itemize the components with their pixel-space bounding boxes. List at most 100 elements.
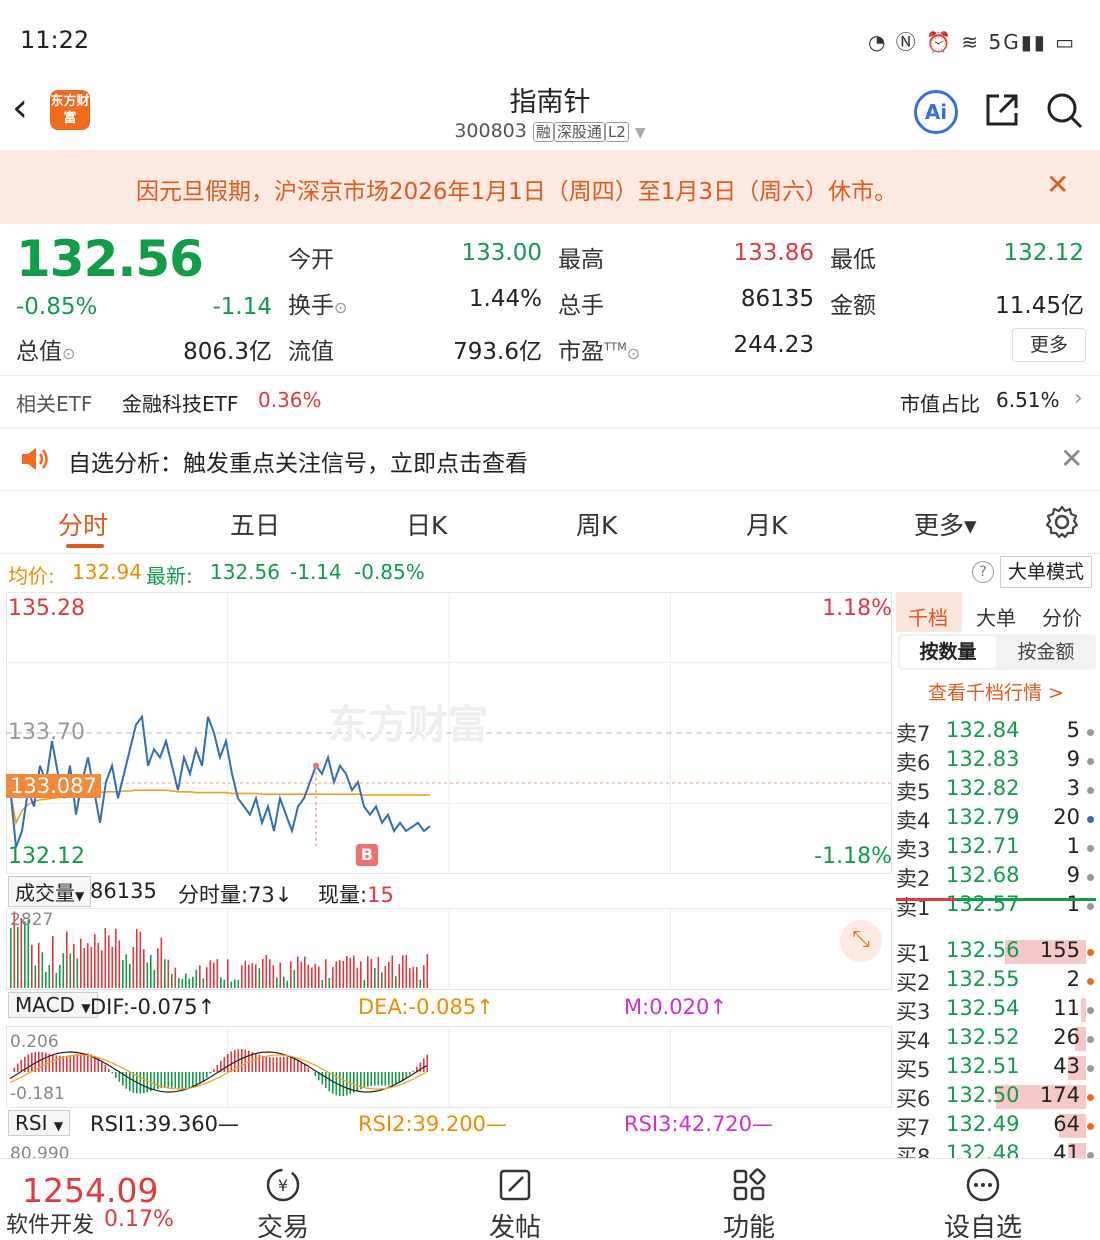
ob-dot-icon bbox=[1087, 729, 1094, 736]
macd-bar bbox=[367, 1072, 369, 1087]
etf-name[interactable]: 金融科技ETF bbox=[122, 388, 238, 417]
big-order-mode-button[interactable]: 大单模式 bbox=[1000, 556, 1092, 588]
intraday-chart[interactable]: 135.28 133.70 132.12 1.18% -1.18% 东方财富 1… bbox=[6, 592, 892, 874]
macd-bar bbox=[55, 1055, 58, 1072]
macd-selector[interactable]: MACD ▼ bbox=[8, 992, 98, 1018]
tab-daily-k[interactable]: 日K bbox=[406, 506, 447, 542]
ob-price: 132.49 bbox=[946, 1112, 1020, 1136]
market-cap-share-label: 市值占比 bbox=[900, 392, 980, 416]
sell-row-7[interactable]: 卖1 132.57 1 bbox=[896, 892, 1100, 921]
volume-bar bbox=[237, 979, 240, 988]
macd-bar bbox=[255, 1053, 257, 1072]
tab-five-day[interactable]: 五日 bbox=[230, 506, 280, 542]
buy-row-3[interactable]: 买3 132.54 11 bbox=[896, 996, 1100, 1025]
grid-icon bbox=[733, 1168, 766, 1201]
ob-price: 132.82 bbox=[946, 776, 1020, 800]
rsi-selector[interactable]: RSI ▼ bbox=[8, 1110, 71, 1136]
macd-dea: DEA:-0.085↑ bbox=[358, 995, 494, 1019]
volume-bar bbox=[402, 955, 404, 988]
search-icon[interactable] bbox=[1044, 90, 1084, 130]
more-button[interactable]: 更多 bbox=[1012, 328, 1086, 362]
ob-level-label: 卖6 bbox=[896, 751, 931, 775]
macd-bar bbox=[409, 1072, 411, 1075]
tab-price-dist[interactable]: 分价 bbox=[1042, 602, 1082, 631]
total-value-label: 总值⊙ bbox=[16, 339, 76, 365]
sell-row-5[interactable]: 卖3 132.71 1 bbox=[896, 834, 1100, 863]
macd-bar bbox=[31, 1052, 33, 1072]
volume-bar bbox=[318, 966, 320, 988]
mode-by-qty[interactable]: 按数量 bbox=[900, 636, 996, 668]
volume-bar bbox=[66, 931, 68, 988]
volume-selector[interactable]: 成交量▼ bbox=[8, 876, 92, 907]
buy-marker[interactable]: B bbox=[356, 844, 378, 866]
ai-button[interactable]: Ai bbox=[914, 90, 958, 134]
macd-bar bbox=[339, 1072, 341, 1097]
macd-bar bbox=[230, 1051, 233, 1072]
pe-label: 市盈TTM⊙ bbox=[558, 339, 641, 365]
macd-chart[interactable]: 0.206 -0.181 bbox=[6, 1026, 892, 1108]
tab-intraday[interactable]: 分时 bbox=[58, 506, 108, 542]
volume-bar bbox=[111, 946, 114, 988]
volume-bar bbox=[416, 967, 418, 988]
mode-by-amount[interactable]: 按金额 bbox=[998, 636, 1094, 668]
tab-depth[interactable]: 千档 bbox=[908, 602, 948, 631]
sector-index-value[interactable]: 1254.09 bbox=[22, 1171, 158, 1210]
buy-row-6[interactable]: 买6 132.50 174 bbox=[896, 1083, 1100, 1112]
info-icon[interactable]: ⊙ bbox=[62, 344, 75, 363]
macd-bar bbox=[209, 1072, 212, 1074]
turnover-label: 换手⊙ bbox=[288, 293, 348, 319]
volume-chart[interactable]: 2827 ⤡ bbox=[6, 908, 892, 990]
volume-bar bbox=[24, 921, 26, 988]
sell-row-3[interactable]: 卖5 132.82 3 bbox=[896, 776, 1100, 805]
volume-bar bbox=[213, 962, 215, 988]
view-depth-link[interactable]: 查看千档行情 > bbox=[928, 678, 1064, 705]
volume-bar bbox=[230, 981, 233, 988]
nav-trade[interactable]: ¥ 交易 bbox=[228, 1165, 338, 1240]
analysis-banner[interactable]: 自选分析：触发重点关注信号，立即点击查看 ✕ bbox=[0, 428, 1100, 490]
buy-row-4[interactable]: 买4 132.52 26 bbox=[896, 1025, 1100, 1054]
app-logo[interactable]: 东方财富 bbox=[50, 90, 90, 130]
tab-big-orders[interactable]: 大单 bbox=[976, 602, 1016, 631]
back-button[interactable]: ‹ bbox=[12, 86, 48, 134]
help-icon[interactable]: ? bbox=[972, 561, 994, 583]
buy-row-7[interactable]: 买7 132.49 64 bbox=[896, 1112, 1100, 1141]
info-icon[interactable]: ⊙ bbox=[334, 298, 347, 317]
nav-post[interactable]: 发帖 bbox=[460, 1165, 570, 1240]
macd-bar bbox=[423, 1058, 425, 1072]
sell-row-2[interactable]: 卖6 132.83 9 bbox=[896, 747, 1100, 776]
sell-row-1[interactable]: 卖7 132.84 5 bbox=[896, 718, 1100, 747]
chevron-right-icon[interactable]: › bbox=[1074, 386, 1083, 411]
buy-row-8[interactable]: 买8 132.48 41 bbox=[896, 1141, 1100, 1158]
macd-bar bbox=[111, 1072, 114, 1074]
sell-row-6[interactable]: 卖2 132.68 9 bbox=[896, 863, 1100, 892]
macd-bar bbox=[27, 1054, 30, 1072]
buy-row-1[interactable]: 买1 132.56 155 bbox=[896, 938, 1100, 967]
status-icons: ◔ Ⓝ ⏰ ≋ 5G▮▮ ▭ bbox=[867, 30, 1076, 54]
sector-name[interactable]: 软件开发 bbox=[6, 1207, 94, 1239]
macd-scale-top: 0.206 bbox=[10, 1032, 59, 1052]
gear-icon[interactable] bbox=[1044, 504, 1080, 540]
order-book: 千档 大单 分价 按数量 按金额 查看千档行情 > 卖7 132.84 5 卖6 132… bbox=[894, 592, 1100, 1158]
dropdown-icon: ▼ bbox=[634, 125, 646, 141]
ob-price: 132.83 bbox=[946, 747, 1020, 771]
close-icon[interactable]: ✕ bbox=[1046, 168, 1069, 201]
ob-dot-icon bbox=[1087, 1065, 1094, 1072]
tab-more[interactable]: 更多▾ bbox=[914, 506, 977, 542]
sell-row-4[interactable]: 卖4 132.79 20 bbox=[896, 805, 1100, 834]
related-etf-row[interactable]: 相关ETF 金融科技ETF 0.36% 市值占比 6.51% › bbox=[0, 376, 1100, 426]
nav-add-watchlist[interactable]: 设自选 bbox=[928, 1165, 1038, 1240]
buy-row-5[interactable]: 买5 132.51 43 bbox=[896, 1054, 1100, 1083]
macd-bar bbox=[185, 1072, 187, 1090]
y-max-label: 135.28 bbox=[8, 596, 85, 621]
macd-bar bbox=[104, 1064, 107, 1072]
volume-bar bbox=[314, 964, 317, 988]
volume-bar bbox=[139, 931, 142, 988]
info-icon[interactable]: ⊙ bbox=[627, 344, 640, 363]
nav-functions[interactable]: 功能 bbox=[694, 1165, 804, 1240]
share-icon[interactable] bbox=[982, 90, 1022, 130]
tab-monthly-k[interactable]: 月K bbox=[746, 506, 787, 542]
expand-icon[interactable]: ⤡ bbox=[840, 920, 882, 962]
close-icon[interactable]: ✕ bbox=[1060, 442, 1083, 475]
tab-weekly-k[interactable]: 周K bbox=[576, 506, 617, 542]
buy-row-2[interactable]: 买2 132.55 2 bbox=[896, 967, 1100, 996]
